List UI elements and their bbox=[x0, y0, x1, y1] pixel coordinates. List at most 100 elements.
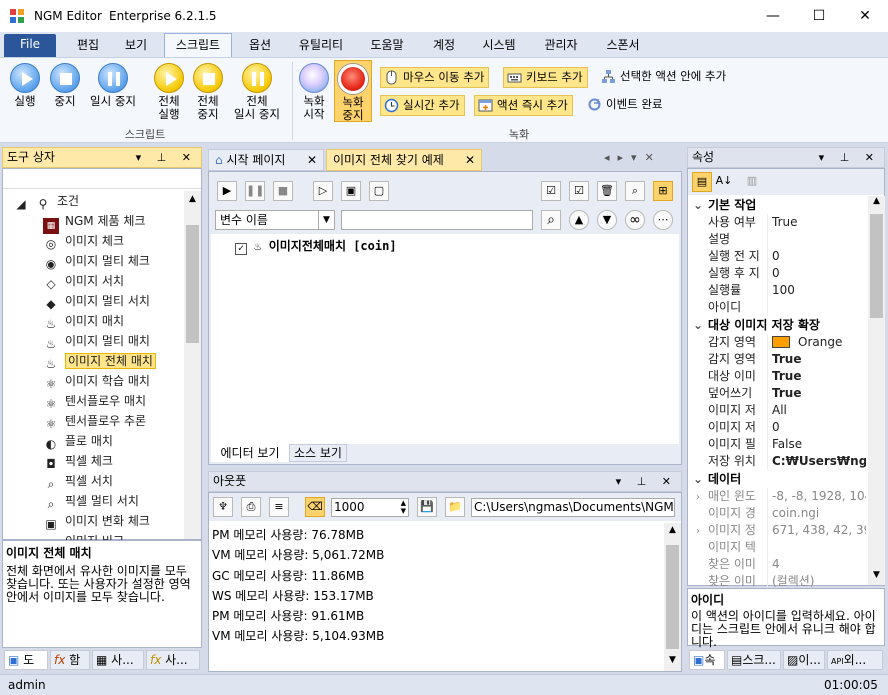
insert-in-selected-button[interactable]: 선택한 액션 안에 추가 bbox=[598, 67, 730, 88]
save-icon[interactable]: 💾 bbox=[417, 497, 437, 517]
record-stop-button[interactable]: 녹화 중지 bbox=[334, 60, 372, 122]
tab-example[interactable]: 이미지 전체 찾기 예제 ✕ bbox=[326, 149, 482, 171]
toolbox-item[interactable]: ♨ 이미지 멀티 매치 bbox=[43, 331, 183, 351]
property-value[interactable]: 0 bbox=[768, 419, 866, 436]
scroll-down-icon[interactable]: ▼ bbox=[868, 570, 885, 584]
move-down-icon[interactable]: ▼ bbox=[597, 210, 617, 230]
property-row[interactable]: 이미지 텍 bbox=[688, 539, 868, 556]
tab-source-view[interactable]: 소스 보기 bbox=[289, 444, 347, 462]
menu-options[interactable]: 옵션 bbox=[238, 36, 282, 56]
property-category[interactable]: ⌄ 기본 작업 bbox=[688, 196, 868, 214]
property-row[interactable]: 실행률 100 bbox=[688, 282, 868, 299]
play-window-icon[interactable]: ▢ bbox=[369, 181, 389, 201]
pause-icon[interactable]: ❚❚ bbox=[245, 181, 265, 201]
eraser-icon[interactable]: ⌫ bbox=[305, 497, 325, 517]
tab-nav-icons[interactable]: ◂▸▾✕ bbox=[604, 151, 680, 169]
stop-icon[interactable]: ■ bbox=[273, 181, 293, 201]
property-row[interactable]: 대상 이미 True bbox=[688, 368, 868, 385]
stop-all-button[interactable]: 전체 중지 bbox=[189, 63, 227, 121]
output-scrollbar[interactable]: ▲ ▼ bbox=[664, 523, 681, 671]
script-canvas[interactable]: ✓ ♨ 이미지전체매치 [coin] bbox=[211, 234, 679, 444]
tab-editor-view[interactable]: 에디터 보기 bbox=[211, 444, 289, 462]
add-keyboard-button[interactable]: 키보드 추가 bbox=[503, 67, 588, 88]
tab-script-list[interactable]: ▤스크... bbox=[727, 650, 781, 670]
scroll-thumb[interactable] bbox=[666, 545, 679, 649]
minimize-button[interactable]: — bbox=[750, 0, 796, 32]
property-value[interactable]: 0 bbox=[768, 248, 866, 265]
property-value[interactable]: Orange bbox=[768, 334, 866, 351]
property-row[interactable]: 실행 전 지 0 bbox=[688, 248, 868, 265]
toolbox-item[interactable]: ⚛ 텐서플로우 매치 bbox=[43, 391, 183, 411]
menu-utility[interactable]: 유틸리티 bbox=[290, 36, 352, 56]
property-row[interactable]: 설명 bbox=[688, 231, 868, 248]
list-icon[interactable]: ≡ bbox=[269, 497, 289, 517]
property-row[interactable]: 덮어쓰기 True bbox=[688, 385, 868, 402]
collapse-icon[interactable]: ⌄ bbox=[688, 316, 708, 334]
pause-button[interactable]: 일시 중지 bbox=[84, 63, 142, 108]
panel-pin-close-icons[interactable]: ▾ ⊥ ✕ bbox=[136, 148, 197, 167]
menu-edit[interactable]: 편집 bbox=[66, 36, 110, 56]
scroll-down-icon[interactable]: ▼ bbox=[664, 655, 681, 669]
event-done-button[interactable]: 이벤트 완료 bbox=[584, 95, 667, 116]
property-row[interactable]: 저장 위치 C:₩Users₩ngi bbox=[688, 453, 868, 470]
tab-properties[interactable]: ▣속 bbox=[689, 650, 725, 670]
add-mouse-move-button[interactable]: 마우스 이동 추가 bbox=[380, 67, 490, 88]
property-value[interactable]: False bbox=[768, 436, 866, 453]
scroll-up-icon[interactable]: ▲ bbox=[868, 196, 885, 210]
toolbox-item[interactable]: ◉ 이미지 멀티 체크 bbox=[43, 251, 183, 271]
property-row[interactable]: 찾은 이미 4 bbox=[688, 556, 868, 573]
run-all-button[interactable]: 전체 실행 bbox=[150, 63, 188, 121]
collapse-icon[interactable]: ⌄ bbox=[688, 196, 708, 214]
property-row[interactable]: › 이미지 정 671, 438, 42, 39 bbox=[688, 522, 868, 539]
toolbox-scrollbar[interactable]: ▲ bbox=[184, 191, 201, 539]
tab-images[interactable]: ▨이... bbox=[783, 650, 825, 670]
property-row[interactable]: 이미지 저 0 bbox=[688, 419, 868, 436]
menu-file[interactable]: File bbox=[4, 34, 56, 57]
property-value[interactable]: 4 bbox=[768, 556, 866, 573]
toolbox-item[interactable]: ▦ NGM 제품 체크 bbox=[43, 211, 183, 234]
property-row[interactable]: › 매인 윈도 -8, -8, 1928, 1048 bbox=[688, 488, 868, 505]
property-row[interactable]: 실행 후 지 0 bbox=[688, 265, 868, 282]
pause-all-button[interactable]: 전체 일시 중지 bbox=[228, 63, 286, 121]
move-up-icon[interactable]: ▲ bbox=[569, 210, 589, 230]
panel-pin-close-icons[interactable]: ▾ ⊥ ✕ bbox=[616, 472, 677, 491]
property-pages-icon[interactable]: ▥ bbox=[742, 172, 762, 192]
close-tab-icon[interactable]: ✕ bbox=[465, 150, 475, 170]
add-realtime-button[interactable]: 실시간 추가 bbox=[380, 95, 465, 116]
toolbox-item[interactable]: ⌕ 픽셀 멀티 서치 bbox=[43, 491, 183, 511]
toolbox-item[interactable]: ⌕ 픽셀 서치 bbox=[43, 471, 183, 491]
property-category[interactable]: ⌄ 데이터 bbox=[688, 470, 868, 488]
menu-view[interactable]: 보기 bbox=[114, 36, 158, 56]
toolbox-item[interactable]: ▣ 이미지 변화 체크 bbox=[43, 511, 183, 531]
scroll-up-icon[interactable]: ▲ bbox=[184, 191, 201, 207]
toolbox-item[interactable]: ♨ 이미지 매치 bbox=[43, 311, 183, 331]
property-value[interactable]: True bbox=[768, 368, 866, 385]
more-icon[interactable]: ⋯ bbox=[653, 210, 673, 230]
menu-script[interactable]: 스크립트 bbox=[164, 33, 232, 58]
property-category[interactable]: ⌄ 대상 이미지 저장 확장 bbox=[688, 316, 868, 334]
sort-alpha-icon[interactable]: A↓ bbox=[714, 172, 734, 192]
checkbox-checked-icon[interactable]: ✓ bbox=[235, 243, 247, 255]
property-row[interactable]: 이미지 필 False bbox=[688, 436, 868, 453]
property-row[interactable]: 이미지 저 All bbox=[688, 402, 868, 419]
play-icon[interactable]: ▶ bbox=[217, 181, 237, 201]
tab-functions[interactable]: fx 함 bbox=[50, 650, 90, 670]
property-value[interactable]: 671, 438, 42, 39 bbox=[768, 522, 866, 539]
tab-external[interactable]: API외... bbox=[827, 650, 883, 670]
categorized-icon[interactable]: ▤ bbox=[692, 172, 712, 192]
run-button[interactable]: 실행 bbox=[6, 63, 44, 108]
toolbox-item[interactable]: ◘ 픽셀 체크 bbox=[43, 451, 183, 471]
scroll-up-icon[interactable]: ▲ bbox=[664, 525, 681, 539]
loop-icon[interactable]: ∞ bbox=[625, 210, 645, 230]
close-window-button[interactable]: ✕ bbox=[842, 0, 888, 32]
search-icon[interactable]: ⌕ bbox=[625, 181, 645, 201]
toolbox-item[interactable]: ♨ 이미지 전체 매치 bbox=[43, 351, 183, 371]
tab-toolbox[interactable]: ▣ 도 bbox=[4, 650, 48, 670]
toolbox-item[interactable]: ⚛ 텐서플로우 추론 bbox=[43, 411, 183, 431]
property-value[interactable]: 0 bbox=[768, 265, 866, 282]
record-start-button[interactable]: 녹화 시작 bbox=[296, 63, 332, 121]
tree-group-conditions[interactable]: ◢ ⚲ 조건 bbox=[13, 191, 79, 211]
property-row[interactable]: 사용 여부 True bbox=[688, 214, 868, 231]
properties-scrollbar[interactable]: ▲ ▼ bbox=[868, 196, 885, 585]
stop-button[interactable]: 중지 bbox=[46, 63, 84, 108]
